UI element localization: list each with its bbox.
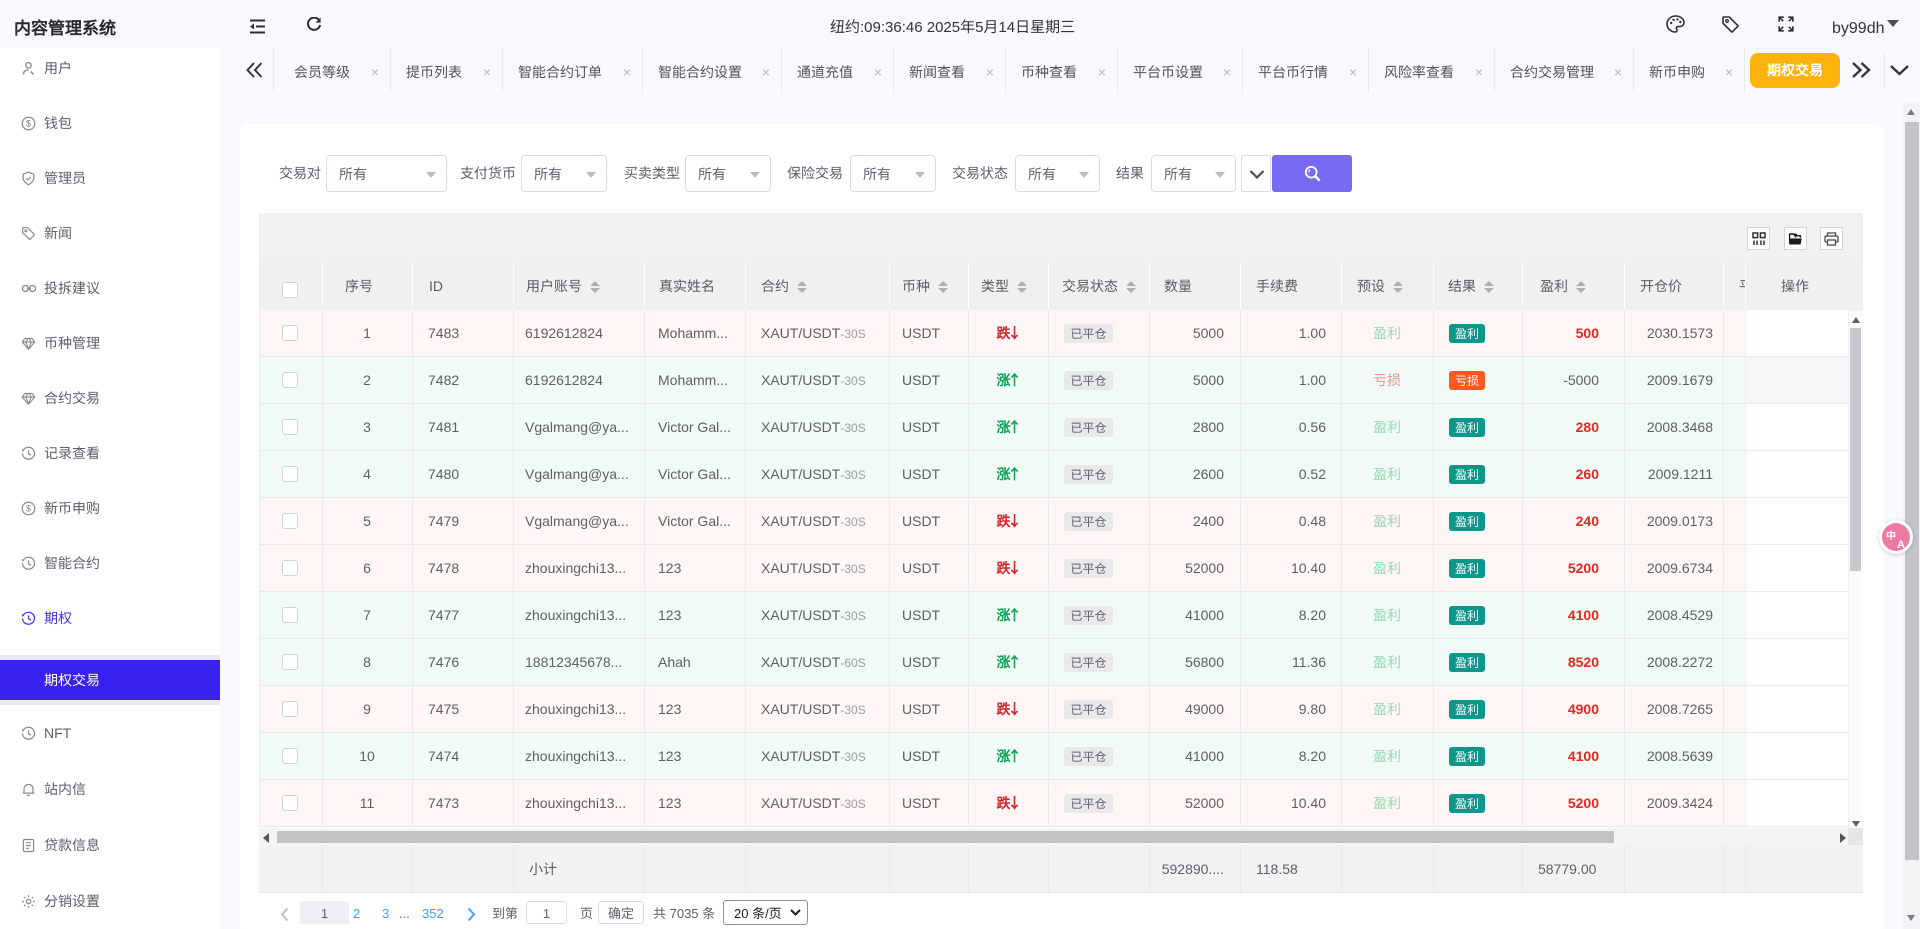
svg-text:$: $ — [26, 118, 31, 128]
svg-text:$: $ — [26, 503, 31, 513]
